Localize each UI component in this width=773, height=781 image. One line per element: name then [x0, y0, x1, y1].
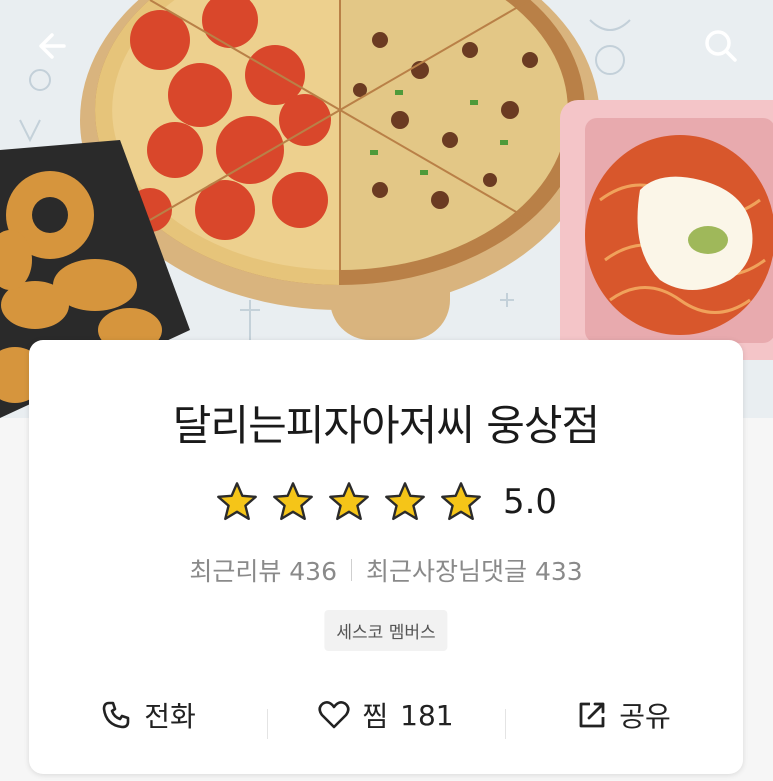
owner-replies[interactable]: 최근사장님댓글 433	[366, 552, 583, 588]
like-button[interactable]: 찜 181	[267, 695, 505, 739]
review-counts: 최근리뷰 436 최근사장님댓글 433	[29, 552, 743, 588]
share-button[interactable]: 공유	[505, 695, 743, 739]
star-icon	[385, 482, 425, 521]
search-icon	[705, 30, 737, 62]
back-arrow-icon	[39, 33, 66, 59]
heart-icon	[318, 701, 350, 729]
call-label: 전화	[144, 700, 196, 733]
star-icon	[441, 482, 481, 521]
back-button[interactable]	[28, 22, 76, 70]
cesco-members-badge: 세스코 멤버스	[324, 610, 448, 651]
owner-replies-label: 최근사장님댓글	[366, 557, 528, 586]
star-icon	[273, 482, 313, 521]
star-icon	[329, 482, 369, 521]
share-label: 공유	[619, 700, 671, 733]
search-button[interactable]	[697, 22, 745, 70]
phone-icon	[102, 701, 130, 729]
action-bar: 전화 찜 181 공유	[29, 685, 743, 745]
recent-reviews[interactable]: 최근리뷰 436	[189, 552, 337, 588]
owner-replies-count: 433	[534, 557, 583, 586]
divider	[351, 559, 352, 581]
rating-score: 5.0	[502, 482, 558, 522]
rating-row: 5.0	[29, 480, 743, 524]
star-icon	[217, 482, 257, 521]
share-icon	[579, 702, 605, 728]
restaurant-name: 달리는피자아저씨 웅상점	[172, 401, 600, 450]
recent-reviews-label: 최근리뷰	[189, 557, 282, 586]
call-button[interactable]: 전화	[29, 695, 267, 735]
star-rating	[215, 480, 483, 524]
restaurant-info-card: 달리는피자아저씨 웅상점 5.0 최근리뷰 436 최근사장님댓글 433 세스…	[29, 340, 743, 774]
like-count: 181	[400, 698, 454, 732]
like-label: 찜	[362, 700, 389, 733]
recent-reviews-count: 436	[289, 557, 337, 586]
